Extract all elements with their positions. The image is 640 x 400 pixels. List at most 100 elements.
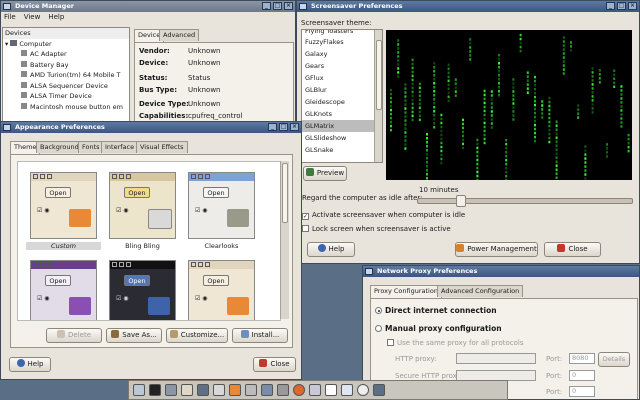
tree-item[interactable]: Macintosh mouse button em	[3, 102, 129, 113]
tab-background[interactable]: Background	[36, 141, 83, 153]
theme-item[interactable]: GFlux	[302, 72, 382, 84]
theme-item[interactable]: GLSlideshow	[302, 132, 382, 144]
help-button[interactable]: Help	[307, 242, 355, 257]
tab-advanced[interactable]: Advanced	[159, 29, 200, 41]
scrollbar-thumb[interactable]	[376, 40, 382, 110]
close-icon[interactable]: ×	[628, 2, 637, 10]
slider-handle[interactable]	[456, 195, 466, 207]
details-button[interactable]: Details	[598, 352, 630, 367]
menu-view[interactable]: View	[24, 13, 41, 21]
theme-thumb-clearlooks[interactable]: Open ☑ ◉	[188, 172, 255, 239]
scrollbar-thumb[interactable]	[282, 163, 288, 223]
theme-item[interactable]: Galaxy	[302, 48, 382, 60]
keyboard-icon[interactable]	[245, 384, 257, 396]
radio-unselected[interactable]	[375, 325, 382, 332]
menu-file[interactable]: File	[4, 13, 16, 21]
idle-slider[interactable]	[417, 195, 633, 207]
direct-radio[interactable]: Direct internet connection	[375, 306, 497, 315]
customize-button[interactable]: Customize...	[166, 328, 228, 343]
radio-selected[interactable]	[375, 307, 382, 314]
sound-icon[interactable]	[277, 384, 289, 396]
screensaver-titlebar[interactable]: Screensaver Preferences _ □ ×	[297, 1, 639, 12]
delete-button[interactable]: Delete	[46, 328, 102, 343]
network-icon[interactable]	[261, 384, 273, 396]
tab-visual-effects[interactable]: Visual Effects	[136, 141, 188, 153]
tree-item[interactable]: AMD Turion(tm) 64 Mobile T	[3, 70, 129, 81]
tab-interface[interactable]: Interface	[101, 141, 139, 153]
browser-icon[interactable]	[293, 384, 305, 396]
matrix-glyph	[390, 96, 392, 100]
minimize-icon[interactable]: _	[262, 2, 271, 10]
preview-button[interactable]: Preview	[303, 166, 347, 181]
checkbox-unchecked[interactable]	[302, 225, 309, 232]
theme-list[interactable]: Flying Toasters FuzzyFlakes Galaxy Gears…	[301, 29, 383, 163]
close-button[interactable]: Close	[544, 242, 601, 257]
clock-icon[interactable]	[357, 384, 369, 396]
matrix-glyph	[476, 158, 479, 162]
theme-thumb[interactable]: Open ☑ ◉	[188, 260, 255, 320]
mail-icon[interactable]	[309, 384, 321, 396]
terminal-icon[interactable]	[149, 384, 161, 396]
settings-icon[interactable]	[165, 384, 177, 396]
device-manager-titlebar[interactable]: Device Manager _ □ ×	[1, 1, 295, 12]
minimize-icon[interactable]: _	[606, 2, 615, 10]
activate-checkbox[interactable]: ✓ Activate screensaver when computer is i…	[302, 211, 465, 220]
user-icon[interactable]	[373, 384, 385, 396]
menu-help[interactable]: Help	[48, 13, 64, 21]
tab-proxy-configuration[interactable]: Proxy Configuration	[370, 285, 442, 298]
proxy-titlebar[interactable]: Network Proxy Preferences	[363, 266, 639, 277]
tab-advanced-configuration[interactable]: Advanced Configuration	[437, 285, 524, 297]
maximize-icon[interactable]: □	[273, 2, 282, 10]
matrix-glyph	[447, 79, 450, 83]
tab-fonts[interactable]: Fonts	[78, 141, 104, 153]
monitor-icon[interactable]	[197, 384, 209, 396]
http-port-input[interactable]: 8080	[569, 353, 595, 364]
maximize-icon[interactable]: □	[279, 123, 288, 131]
theme-item[interactable]: GLBlur	[302, 84, 382, 96]
checkbox-checked[interactable]: ✓	[302, 213, 309, 220]
close-icon[interactable]: ×	[284, 2, 293, 10]
lock-checkbox[interactable]: Lock screen when screensaver is active	[302, 225, 451, 233]
theme-item[interactable]: GLSnake	[302, 144, 382, 156]
power-management-button[interactable]: Power Management	[455, 242, 538, 257]
printer-icon[interactable]	[213, 384, 225, 396]
gnome-icon[interactable]	[325, 384, 337, 396]
http-proxy-input[interactable]	[456, 353, 536, 364]
theme-item-selected[interactable]: GLMatrix	[302, 120, 382, 132]
theme-item[interactable]: FuzzyFlakes	[302, 36, 382, 48]
device-tree[interactable]: Devices ▾ Computer AC Adapter Battery Ba…	[2, 27, 130, 127]
close-button[interactable]: Close	[253, 357, 296, 372]
theme-grid[interactable]: Open ☑ ◉ Open ☑ ◉ Open ☑ ◉ Custom Bling …	[17, 161, 281, 321]
theme-item[interactable]: Gears	[302, 60, 382, 72]
search-icon[interactable]	[341, 384, 353, 396]
checkbox-unchecked[interactable]	[387, 339, 394, 346]
tree-item-computer[interactable]: ▾ Computer	[3, 39, 129, 50]
theme-grid-scrollbar[interactable]	[280, 161, 289, 319]
help-button[interactable]: Help	[9, 357, 51, 372]
theme-thumb[interactable]: Open ☑ ◉	[109, 260, 176, 320]
secure-port-input[interactable]: 0	[569, 370, 595, 381]
ftp-port-input[interactable]: 0	[569, 386, 595, 397]
theme-item[interactable]: GLKnots	[302, 108, 382, 120]
theme-item[interactable]: Gleidescope	[302, 96, 382, 108]
window-icon[interactable]	[181, 384, 193, 396]
theme-thumb-custom[interactable]: Open ☑ ◉	[30, 172, 97, 239]
minimize-icon[interactable]: _	[268, 123, 277, 131]
same-proxy-checkbox[interactable]: Use the same proxy for all protocols	[387, 339, 524, 347]
install-button[interactable]: Install...	[232, 328, 288, 343]
appearance-titlebar[interactable]: Appearance Preferences _ □ ×	[1, 122, 301, 133]
tree-item[interactable]: AC Adapter	[3, 49, 129, 60]
folder-icon[interactable]	[229, 384, 241, 396]
theme-thumb-bling-bling[interactable]: Open ☑ ◉	[109, 172, 176, 239]
manual-radio[interactable]: Manual proxy configuration	[375, 324, 502, 333]
matrix-glyph	[418, 82, 421, 86]
theme-list-scrollbar[interactable]	[374, 30, 382, 162]
computer-icon[interactable]	[133, 384, 145, 396]
close-icon[interactable]: ×	[290, 123, 299, 131]
tree-item[interactable]: ALSA Timer Device	[3, 91, 129, 102]
tree-item[interactable]: ALSA Sequencer Device	[3, 81, 129, 92]
maximize-icon[interactable]: □	[617, 2, 626, 10]
save-as-button[interactable]: Save As...	[106, 328, 162, 343]
tree-item[interactable]: Battery Bay	[3, 60, 129, 71]
theme-thumb[interactable]: Open ☑ ◉	[30, 260, 97, 320]
